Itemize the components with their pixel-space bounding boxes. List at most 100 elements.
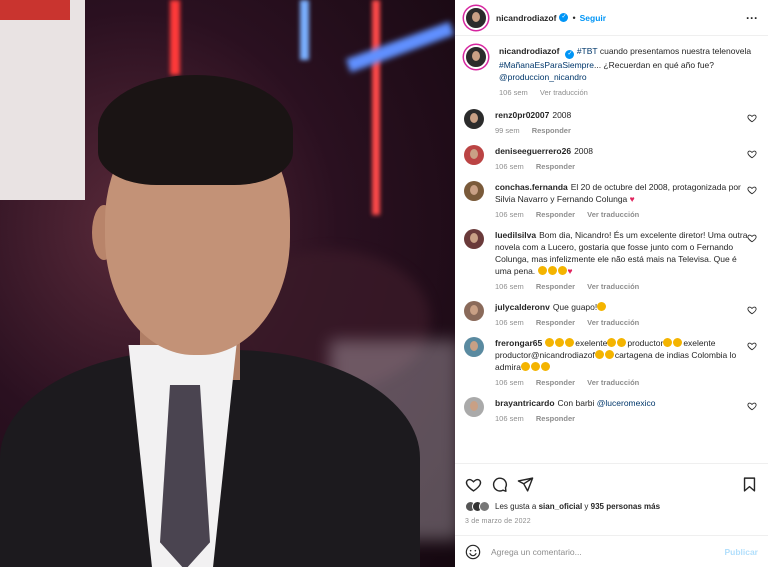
likes-others[interactable]: 935 personas más — [591, 502, 660, 511]
caption-text: cuando presentamos nuestra telenovela — [599, 46, 752, 56]
clap-emoji-icon — [545, 338, 555, 347]
comment-username[interactable]: frerongar65 — [495, 338, 542, 348]
mention-link[interactable]: @produccion_nicandro — [499, 72, 587, 82]
comment-text: productor — [627, 338, 664, 348]
like-comment-heart-icon[interactable] — [747, 305, 757, 315]
publish-button[interactable]: Publicar — [724, 547, 758, 557]
clap-emoji-icon — [663, 338, 673, 347]
like-heart-icon[interactable] — [465, 476, 482, 493]
background-sign — [0, 0, 85, 200]
comment-text: Con barbi — [557, 398, 595, 408]
face-emoji-icon — [597, 302, 607, 311]
like-comment-heart-icon[interactable] — [747, 113, 757, 123]
commenter-avatar[interactable] — [464, 109, 484, 129]
comment-time[interactable]: 106 sem — [495, 318, 524, 327]
heart-emoji-icon: ♥ — [567, 266, 573, 276]
reply-button[interactable]: Responder — [532, 126, 571, 135]
like-comment-heart-icon[interactable] — [747, 401, 757, 411]
reply-button[interactable]: Responder — [536, 210, 575, 219]
more-options-icon[interactable]: ··· — [746, 11, 758, 25]
comment-username[interactable]: brayantricardo — [495, 398, 555, 408]
reply-button[interactable]: Responder — [536, 378, 575, 387]
neon-light — [372, 0, 380, 215]
commenter-avatar[interactable] — [464, 337, 484, 357]
post-date[interactable]: 3 de marzo de 2022 — [465, 518, 758, 525]
clap-emoji-icon — [530, 362, 540, 371]
comment-time[interactable]: 106 sem — [495, 162, 524, 171]
author-avatar[interactable] — [464, 5, 488, 30]
caption-username[interactable]: nicandrodiazof — [499, 46, 559, 56]
post-photo[interactable] — [0, 0, 455, 567]
reply-button[interactable]: Responder — [536, 318, 575, 327]
face-emoji-icon — [557, 266, 567, 275]
comment-time[interactable]: 106 sem — [499, 88, 528, 97]
like-comment-heart-icon[interactable] — [747, 341, 757, 351]
translate-button[interactable]: Ver traducción — [587, 378, 639, 387]
comment-text: 2008 — [574, 146, 593, 156]
commenter-avatar[interactable] — [464, 181, 484, 201]
translate-button[interactable]: Ver traducción — [587, 282, 639, 291]
comment-time[interactable]: 106 sem — [495, 210, 524, 219]
follow-button[interactable]: Seguir — [580, 13, 606, 23]
verified-icon: ✓ — [559, 13, 569, 22]
face-emoji-icon — [547, 266, 557, 275]
commenter-avatar[interactable] — [464, 145, 484, 165]
clap-emoji-icon — [555, 338, 565, 347]
caption-text: ... ¿Recuerdan en qué año fue? — [593, 60, 715, 70]
clap-emoji-icon — [673, 338, 683, 347]
neon-light — [300, 0, 309, 60]
post-sidebar: nicandrodiazof ✓ • Seguir ··· nicandrodi… — [455, 0, 768, 567]
translate-button[interactable]: Ver traducción — [587, 318, 639, 327]
comment-username[interactable]: deniseeguerrero26 — [495, 146, 571, 156]
clap-emoji-icon — [540, 362, 550, 371]
heart-emoji-icon: ♥ — [629, 194, 635, 204]
face-emoji-icon — [537, 266, 547, 275]
comment-username[interactable]: conchas.fernanda — [495, 182, 568, 192]
liker-avatars — [465, 501, 490, 512]
clap-emoji-icon — [565, 338, 575, 347]
comment-username[interactable]: renz0pr02007 — [495, 110, 549, 120]
save-bookmark-icon[interactable] — [741, 476, 758, 493]
people-emoji-icon — [520, 362, 530, 371]
hashtag-link[interactable]: #MañanaEsParaSiempre — [499, 60, 594, 70]
comment-time[interactable]: 106 sem — [495, 414, 524, 423]
author-username[interactable]: nicandrodiazof — [496, 13, 556, 23]
mention-link[interactable]: @luceromexico — [597, 398, 656, 408]
liker-username[interactable]: sian_oficial — [539, 502, 583, 511]
reply-button[interactable]: Responder — [536, 162, 575, 171]
translate-button[interactable]: Ver traducción — [540, 88, 588, 97]
separator-dot: • — [572, 12, 576, 23]
share-paper-plane-icon[interactable] — [517, 476, 534, 493]
comment-bubble-icon[interactable] — [491, 476, 508, 493]
person-hair — [98, 75, 293, 185]
comment-item: frerongar65 exelente productor exelente pro… — [464, 337, 759, 387]
commenter-avatar[interactable] — [464, 301, 484, 321]
comment-item: deniseeguerrero26 2008 106 sem Responder — [464, 145, 759, 171]
caption-avatar[interactable] — [464, 45, 488, 69]
comment-input[interactable] — [491, 546, 725, 557]
neon-light — [345, 21, 455, 73]
commenter-avatar[interactable] — [464, 229, 484, 249]
verified-icon: ✓ — [565, 50, 575, 59]
comment-item: conchas.fernanda El 20 de octubre del 200… — [464, 181, 759, 219]
comments-list[interactable]: nicandrodiazof ✓ #TBT cuando presentamos … — [455, 37, 768, 463]
like-comment-heart-icon[interactable] — [747, 149, 757, 159]
like-comment-heart-icon[interactable] — [747, 233, 757, 243]
likes-summary[interactable]: Les gusta a sian_oficial y 935 personas … — [465, 501, 758, 512]
reply-button[interactable]: Responder — [536, 282, 575, 291]
likes-joiner: y — [584, 502, 589, 511]
comment-username[interactable]: julycalderonv — [495, 302, 550, 312]
comment-username[interactable]: luedilsilva — [495, 230, 536, 240]
comment-time[interactable]: 106 sem — [495, 378, 524, 387]
reply-button[interactable]: Responder — [536, 414, 575, 423]
comment-item: brayantricardo Con barbi @luceromexico 10… — [464, 397, 759, 423]
post-caption: nicandrodiazof ✓ #TBT cuando presentamos … — [464, 45, 759, 97]
comment-time[interactable]: 106 sem — [495, 282, 524, 291]
hashtag-link[interactable]: #TBT — [577, 46, 598, 56]
translate-button[interactable]: Ver traducción — [587, 210, 639, 219]
like-comment-heart-icon[interactable] — [747, 185, 757, 195]
emoji-icon[interactable] — [465, 544, 481, 560]
neon-light — [170, 0, 180, 75]
commenter-avatar[interactable] — [464, 397, 484, 417]
comment-time[interactable]: 99 sem — [495, 126, 520, 135]
